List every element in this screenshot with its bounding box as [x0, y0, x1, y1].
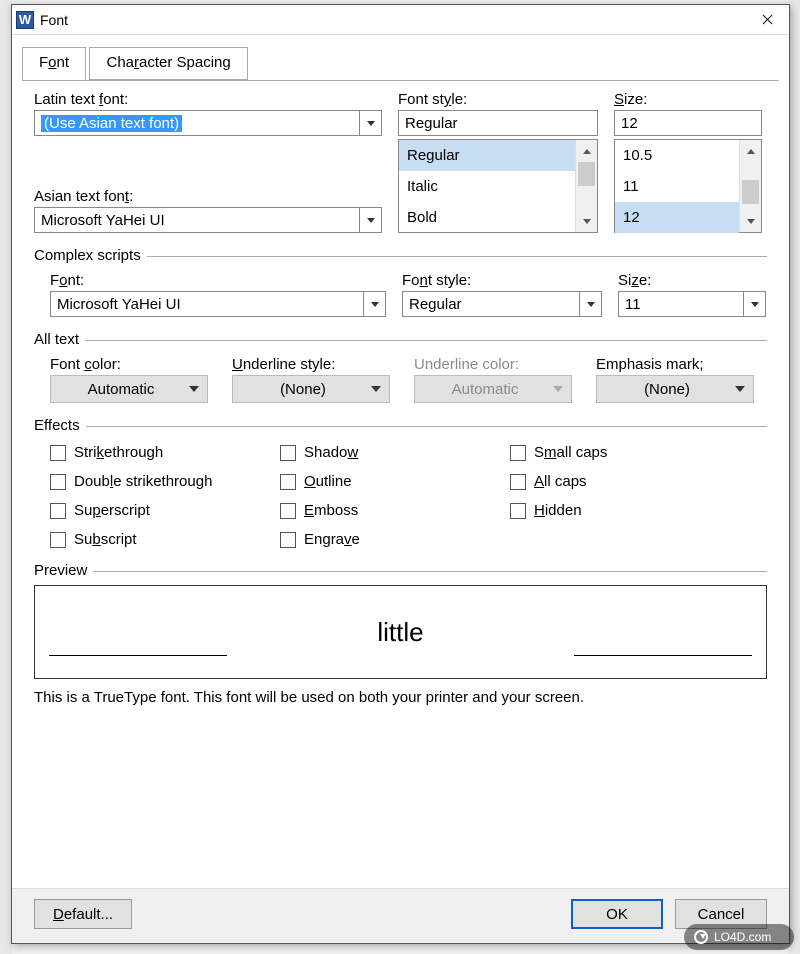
complex-style-label: Font style:	[402, 272, 602, 289]
scroll-up-icon[interactable]	[740, 140, 761, 162]
font-style-label: Font style:	[398, 91, 598, 108]
panel: Latin text font: (Use Asian text font) A…	[12, 81, 789, 718]
font-description: This is a TrueType font. This font will …	[34, 689, 767, 706]
cb-hidden[interactable]: Hidden	[510, 502, 767, 519]
asian-font-combo[interactable]: Microsoft YaHei UI	[34, 207, 382, 233]
size-input[interactable]: 12	[614, 110, 762, 136]
tab-font[interactable]: Font	[22, 47, 86, 80]
chevron-down-icon	[359, 208, 381, 232]
scroll-down-icon[interactable]	[740, 210, 761, 232]
cb-strikethrough[interactable]: Strikethrough	[50, 444, 280, 461]
cb-emboss[interactable]: Emboss	[280, 502, 510, 519]
size-list[interactable]: 10.5 11 12	[614, 139, 762, 233]
complex-font-label: Font:	[50, 272, 386, 289]
preview-box: little	[34, 585, 767, 679]
emphasis-mark-label: Emphasis mark;	[596, 356, 754, 373]
underline-style-label: Underline style:	[232, 356, 390, 373]
close-icon	[762, 14, 773, 25]
complex-size-label: Size:	[618, 272, 766, 289]
asian-font-label: Asian text font:	[34, 188, 382, 205]
cb-engrave[interactable]: Engrave	[280, 531, 510, 548]
cb-small-caps[interactable]: Small caps	[510, 444, 767, 461]
scrollbar[interactable]	[739, 140, 761, 232]
underline-color-dropdown: Automatic	[414, 375, 572, 403]
list-item[interactable]: Bold	[399, 202, 575, 233]
cb-double-strikethrough[interactable]: Double strikethrough	[50, 473, 280, 490]
complex-font-combo[interactable]: Microsoft YaHei UI	[50, 291, 386, 317]
preview-sample: little	[377, 617, 423, 648]
chevron-down-icon	[363, 292, 385, 316]
font-color-dropdown[interactable]: Automatic	[50, 375, 208, 403]
ok-button[interactable]: OK	[571, 899, 663, 929]
chevron-down-icon	[359, 111, 381, 135]
font-color-label: Font color:	[50, 356, 208, 373]
window-title: Font	[40, 12, 745, 28]
underline-color-label: Underline color:	[414, 356, 572, 373]
latin-font-combo[interactable]: (Use Asian text font)	[34, 110, 382, 136]
scrollbar[interactable]	[575, 140, 597, 232]
tab-character-spacing[interactable]: Character Spacing	[89, 47, 247, 80]
list-item[interactable]: 11	[615, 171, 739, 202]
complex-size-combo[interactable]: 11	[618, 291, 766, 317]
list-item[interactable]: Regular	[399, 140, 575, 171]
group-effects: Effects Strikethrough Shadow Small caps …	[34, 417, 767, 548]
button-row: Default... OK Cancel	[12, 888, 789, 943]
complex-style-combo[interactable]: Regular	[402, 291, 602, 317]
size-label: Size:	[614, 91, 762, 108]
font-style-list[interactable]: Regular Italic Bold	[398, 139, 598, 233]
list-item[interactable]: Italic	[399, 171, 575, 202]
watermark: LO4D.com	[684, 924, 794, 950]
emphasis-mark-dropdown[interactable]: (None)	[596, 375, 754, 403]
close-button[interactable]	[745, 6, 789, 34]
list-item[interactable]: 10.5	[615, 140, 739, 171]
cb-all-caps[interactable]: All caps	[510, 473, 767, 490]
cb-outline[interactable]: Outline	[280, 473, 510, 490]
chevron-down-icon	[743, 292, 765, 316]
tabstrip: Font Character Spacing	[22, 47, 789, 81]
download-icon	[694, 930, 708, 944]
latin-font-label: Latin text font:	[34, 91, 382, 108]
scroll-up-icon[interactable]	[576, 140, 597, 162]
titlebar: W Font	[12, 5, 789, 35]
group-complex-scripts: Complex scripts Font: Microsoft YaHei UI…	[34, 247, 767, 317]
underline-style-dropdown[interactable]: (None)	[232, 375, 390, 403]
font-dialog: W Font Font Character Spacing Latin text…	[11, 4, 790, 944]
cb-superscript[interactable]: Superscript	[50, 502, 280, 519]
scroll-down-icon[interactable]	[576, 210, 597, 232]
chevron-down-icon	[579, 292, 601, 316]
group-preview: Preview little	[34, 562, 767, 679]
cb-shadow[interactable]: Shadow	[280, 444, 510, 461]
font-style-input[interactable]: Regular	[398, 110, 598, 136]
group-all-text: All text Font color: Automatic Underline…	[34, 331, 767, 403]
cb-subscript[interactable]: Subscript	[50, 531, 280, 548]
app-icon: W	[16, 11, 34, 29]
default-button[interactable]: Default...	[34, 899, 132, 929]
list-item[interactable]: 12	[615, 202, 739, 233]
